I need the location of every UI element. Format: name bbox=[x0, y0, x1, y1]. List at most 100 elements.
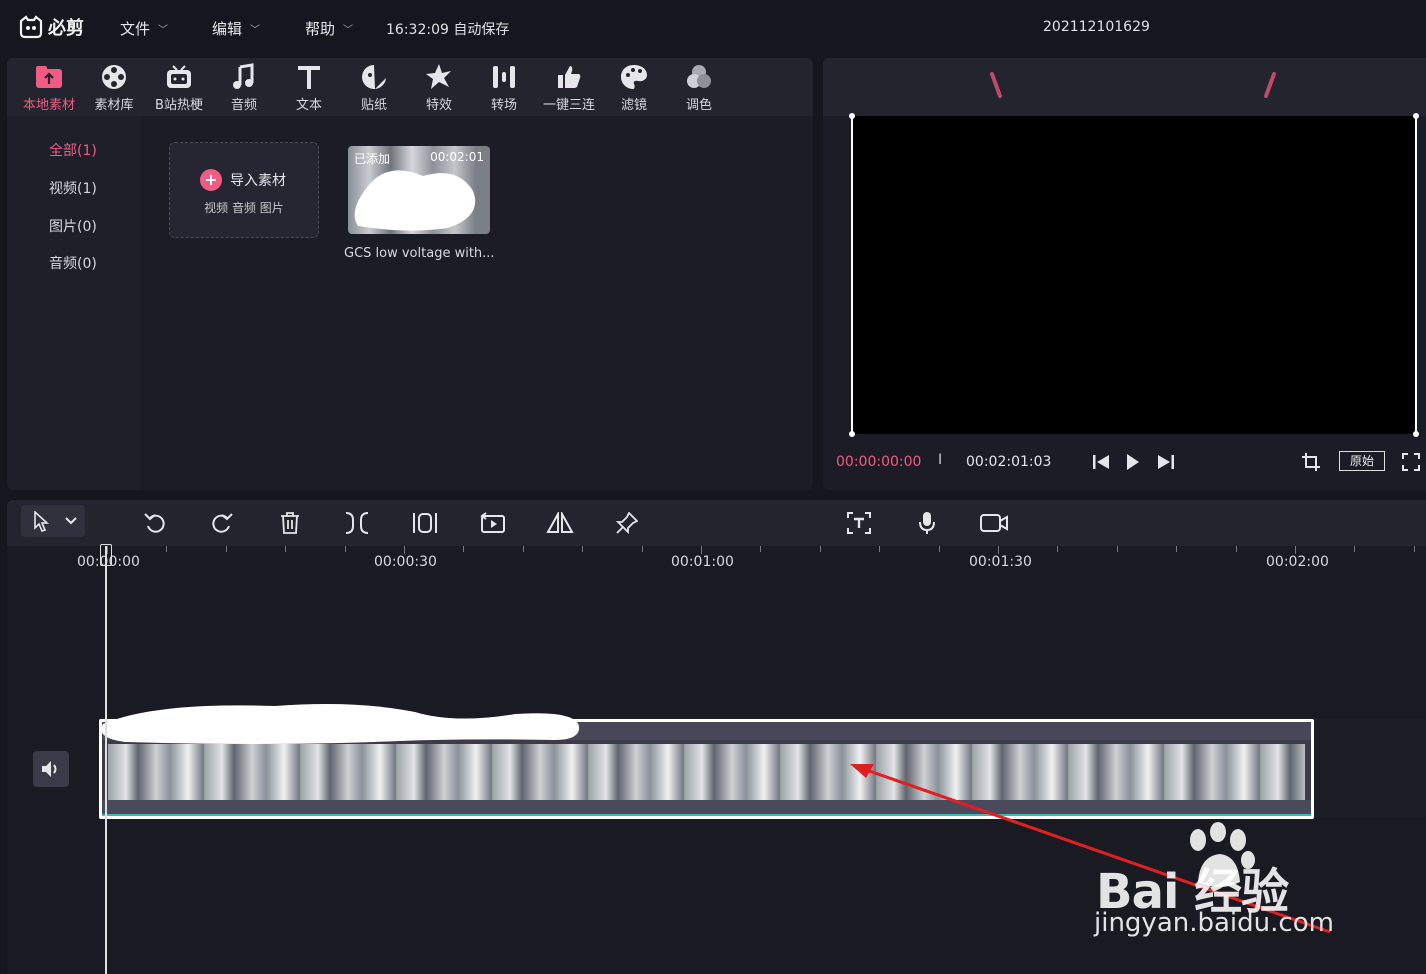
skip-forward-button[interactable] bbox=[1154, 450, 1178, 474]
record-voice-button[interactable] bbox=[912, 508, 942, 538]
category-image[interactable]: 图片(0) bbox=[49, 216, 97, 236]
plus-icon: + bbox=[200, 169, 222, 191]
redo-button[interactable] bbox=[207, 508, 237, 538]
corner-handle bbox=[849, 113, 855, 119]
category-sidebar: 全部(1) 视频(1) 图片(0) 音频(0) bbox=[7, 116, 141, 490]
edit-toolbar bbox=[7, 500, 1426, 546]
camera-icon bbox=[980, 514, 1008, 532]
split-icon bbox=[345, 512, 369, 534]
play-icon bbox=[1127, 454, 1139, 470]
baidu-watermark: Bai 经验 jingyan.baidu.com bbox=[1090, 822, 1370, 952]
category-all[interactable]: 全部(1) bbox=[49, 140, 97, 160]
thumbs-up-icon bbox=[554, 62, 584, 92]
menu-file-label: 文件 bbox=[120, 20, 151, 38]
ruler-tick bbox=[463, 546, 465, 552]
tool-text[interactable]: 文本 bbox=[277, 62, 341, 113]
tool-local-media[interactable]: 本地素材 bbox=[17, 62, 81, 113]
trim-icon bbox=[413, 513, 437, 533]
ruler-tick bbox=[225, 546, 227, 552]
fullscreen-icon bbox=[1402, 453, 1420, 471]
tool-color-grade[interactable]: 调色 bbox=[667, 62, 731, 113]
ruler-tick bbox=[404, 546, 405, 554]
playhead[interactable] bbox=[105, 546, 107, 974]
project-name: 202112101629 bbox=[1043, 19, 1150, 35]
trim-button[interactable] bbox=[410, 508, 440, 538]
tool-sticker[interactable]: 贴纸 bbox=[342, 62, 406, 113]
tool-bilibili-memes[interactable]: B站热梗 bbox=[147, 62, 211, 113]
split-button[interactable] bbox=[342, 508, 372, 538]
ruler-tick bbox=[522, 546, 524, 552]
time-ruler[interactable]: 00:00:00 00:00:30 00:01:00 00:01:30 00:0… bbox=[7, 546, 1426, 576]
category-video[interactable]: 视频(1) bbox=[49, 178, 97, 198]
tool-label: B站热梗 bbox=[155, 98, 203, 113]
menu-help-label: 帮助 bbox=[305, 20, 336, 38]
ruler-tick bbox=[1235, 546, 1237, 552]
menu-edit[interactable]: 编辑 ﹀ bbox=[212, 18, 260, 39]
chevron-down-icon: ﹀ bbox=[250, 25, 261, 36]
import-media-button[interactable]: + 导入素材 视频 音频 图片 bbox=[169, 142, 319, 238]
track-volume-button[interactable] bbox=[33, 751, 69, 787]
aspect-ratio-button[interactable]: 原始 bbox=[1339, 451, 1385, 471]
chevron-down-icon bbox=[65, 517, 77, 525]
tool-transition[interactable]: 转场 bbox=[472, 62, 536, 113]
import-subtitle: 视频 音频 图片 bbox=[204, 201, 284, 215]
auto-caption-button[interactable] bbox=[844, 508, 874, 538]
ruler-tick bbox=[1057, 546, 1059, 552]
music-note-icon bbox=[229, 62, 259, 92]
undo-button[interactable] bbox=[140, 508, 170, 538]
clip-filmstrip bbox=[108, 744, 1305, 800]
media-thumbnail[interactable]: 已添加 00:02:01 bbox=[348, 146, 490, 234]
app-name: 必剪 bbox=[48, 18, 84, 39]
crop-button[interactable] bbox=[1299, 450, 1323, 474]
corner-handle bbox=[1413, 113, 1419, 119]
tool-label: 文本 bbox=[295, 98, 322, 113]
delete-button[interactable] bbox=[275, 508, 305, 538]
microphone-icon bbox=[919, 512, 935, 534]
fullscreen-button[interactable] bbox=[1399, 450, 1423, 474]
trash-icon bbox=[281, 512, 299, 534]
mirror-icon bbox=[546, 512, 574, 533]
ruler-tick bbox=[641, 546, 643, 552]
menu-help[interactable]: 帮助 ﹀ bbox=[305, 18, 353, 39]
redaction-scribble bbox=[354, 170, 476, 231]
skip-back-icon bbox=[1093, 455, 1109, 469]
replace-clip-button[interactable] bbox=[478, 508, 508, 538]
pin-button[interactable] bbox=[612, 508, 642, 538]
chevron-down-icon: ﹀ bbox=[158, 25, 169, 36]
upload-folder-icon bbox=[34, 62, 64, 92]
chevron-down-icon: ﹀ bbox=[343, 25, 354, 36]
tool-library[interactable]: 素材库 bbox=[82, 62, 146, 113]
mirror-button[interactable] bbox=[545, 508, 575, 538]
record-camera-button[interactable] bbox=[979, 508, 1009, 538]
film-reel-icon bbox=[99, 62, 129, 92]
media-name: GCS low voltage with... bbox=[344, 246, 495, 261]
ruler-tick bbox=[938, 546, 940, 552]
tool-triple-like[interactable]: 一键三连 bbox=[537, 62, 601, 113]
skip-back-button[interactable] bbox=[1089, 450, 1113, 474]
ruler-tick bbox=[1176, 546, 1178, 552]
ruler-label: 00:02:00 bbox=[1266, 554, 1329, 570]
left-ear-icon bbox=[990, 72, 1002, 98]
corner-handle bbox=[1413, 431, 1419, 437]
tool-label: 一键三连 bbox=[542, 98, 595, 113]
tool-label: 转场 bbox=[490, 98, 517, 113]
playhead-handle[interactable] bbox=[100, 544, 112, 566]
corner-handle bbox=[849, 431, 855, 437]
menu-file[interactable]: 文件 ﹀ bbox=[120, 18, 168, 39]
pin-icon bbox=[616, 512, 638, 534]
ruler-tick bbox=[285, 546, 287, 552]
ruler-tick bbox=[1413, 546, 1415, 552]
import-label: 导入素材 bbox=[230, 173, 286, 189]
redo-icon bbox=[212, 513, 233, 533]
category-audio[interactable]: 音频(0) bbox=[49, 253, 97, 273]
preview-screen[interactable] bbox=[849, 113, 1419, 437]
select-tool-dropdown[interactable] bbox=[21, 505, 85, 537]
tool-audio[interactable]: 音频 bbox=[212, 62, 276, 113]
tool-effects[interactable]: 特效 bbox=[407, 62, 471, 113]
tool-label: 素材库 bbox=[94, 98, 134, 113]
sticker-icon bbox=[359, 62, 389, 92]
tool-filter[interactable]: 滤镜 bbox=[602, 62, 666, 113]
transition-bars-icon bbox=[489, 62, 519, 92]
replace-clip-icon bbox=[480, 512, 505, 533]
play-button[interactable] bbox=[1121, 450, 1145, 474]
